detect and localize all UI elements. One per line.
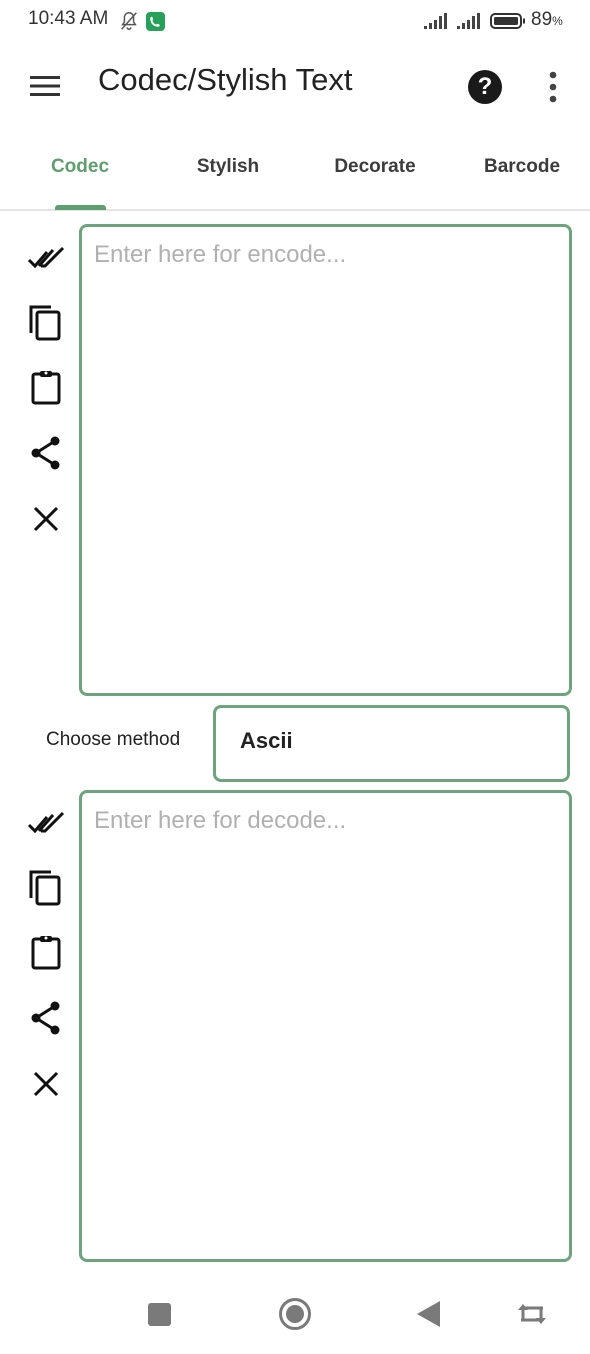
share-icon[interactable] bbox=[27, 434, 65, 472]
tab-barcode[interactable]: Barcode bbox=[448, 156, 590, 178]
app-title: Codec/Stylish Text bbox=[98, 62, 353, 97]
battery-icon bbox=[490, 13, 525, 29]
paste-icon[interactable] bbox=[27, 368, 65, 406]
tab-decorate[interactable]: Decorate bbox=[301, 156, 449, 178]
decode-field-container bbox=[79, 790, 572, 1262]
hamburger-menu-icon[interactable] bbox=[28, 72, 62, 100]
rotate-button[interactable] bbox=[514, 1296, 550, 1332]
select-all-icon[interactable] bbox=[27, 803, 65, 841]
copy-icon[interactable] bbox=[27, 868, 65, 906]
clear-icon[interactable] bbox=[27, 500, 65, 538]
back-button[interactable] bbox=[411, 1296, 447, 1332]
copy-icon[interactable] bbox=[27, 303, 65, 341]
paste-icon[interactable] bbox=[27, 933, 65, 971]
help-icon[interactable]: ? bbox=[468, 70, 502, 104]
tab-stylish[interactable]: Stylish bbox=[154, 156, 302, 178]
tab-codec[interactable]: Codec bbox=[6, 156, 154, 178]
bell-off-icon bbox=[121, 12, 137, 30]
encode-input[interactable] bbox=[82, 227, 569, 693]
home-button[interactable] bbox=[277, 1296, 313, 1332]
more-vertical-icon[interactable] bbox=[542, 70, 564, 104]
method-select[interactable]: Ascii bbox=[213, 705, 570, 782]
signal-icon bbox=[424, 13, 447, 29]
status-time: 10:43 AM bbox=[28, 8, 109, 29]
tab-indicator bbox=[55, 205, 106, 210]
battery-percent: 89% bbox=[531, 9, 563, 30]
call-icon bbox=[146, 12, 165, 31]
clear-icon[interactable] bbox=[27, 1065, 65, 1103]
select-all-icon[interactable] bbox=[27, 238, 65, 276]
method-label: Choose method bbox=[46, 729, 181, 750]
encode-field-container bbox=[79, 224, 572, 696]
recents-button[interactable] bbox=[142, 1296, 178, 1332]
signal-icon bbox=[457, 13, 480, 29]
decode-input[interactable] bbox=[82, 793, 569, 1259]
share-icon[interactable] bbox=[27, 999, 65, 1037]
